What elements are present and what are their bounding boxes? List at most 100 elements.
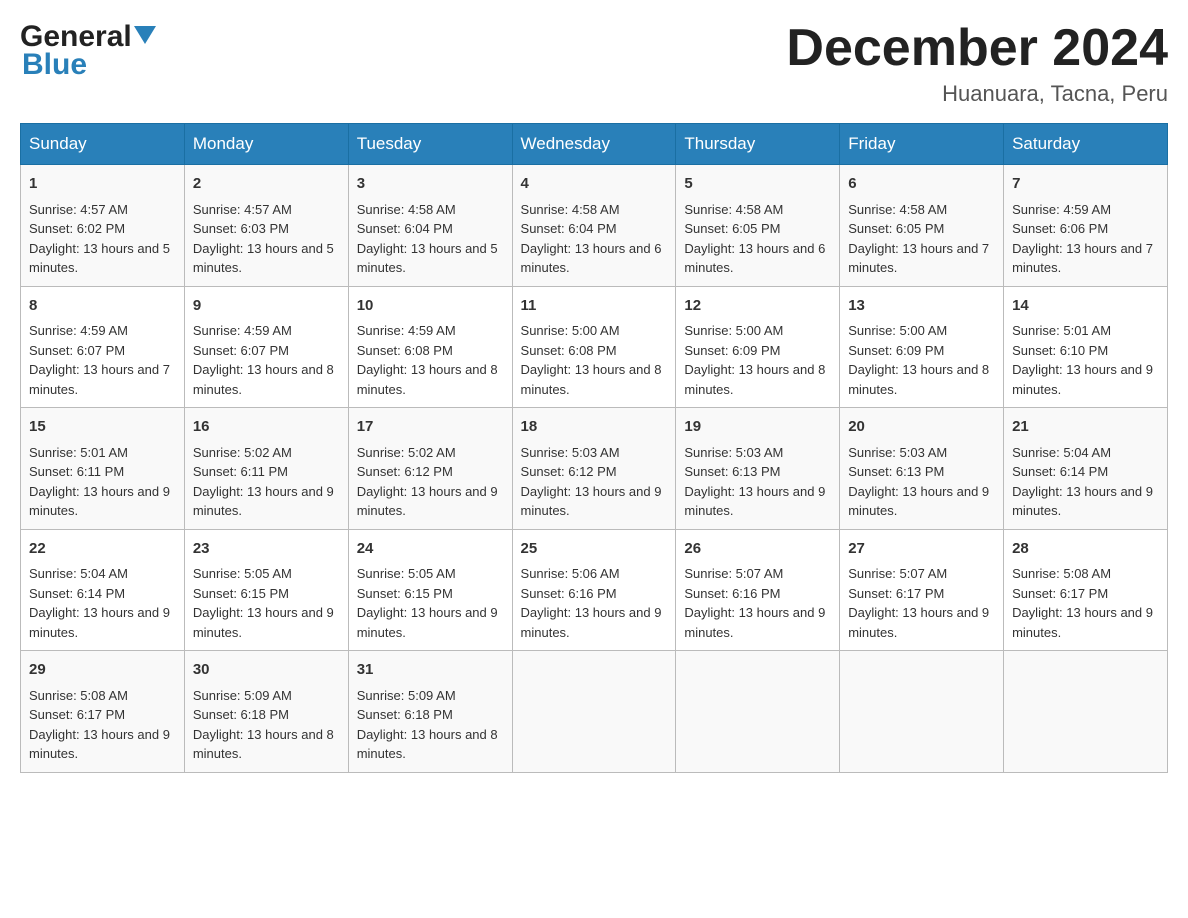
calendar-title: December 2024 bbox=[786, 20, 1168, 77]
calendar-subtitle: Huanuara, Tacna, Peru bbox=[786, 81, 1168, 107]
sunset-text: Sunset: 6:12 PM bbox=[357, 464, 453, 479]
day-number: 13 bbox=[848, 295, 995, 318]
day-cell: 23Sunrise: 5:05 AMSunset: 6:15 PMDayligh… bbox=[184, 529, 348, 651]
sunrise-text: Sunrise: 5:00 AM bbox=[848, 323, 947, 338]
sunrise-text: Sunrise: 4:58 AM bbox=[684, 202, 783, 217]
sunrise-text: Sunrise: 5:05 AM bbox=[357, 566, 456, 581]
sunset-text: Sunset: 6:15 PM bbox=[193, 586, 289, 601]
daylight-text: Daylight: 13 hours and 9 minutes. bbox=[29, 727, 170, 762]
sunset-text: Sunset: 6:05 PM bbox=[684, 221, 780, 236]
col-header-tuesday: Tuesday bbox=[348, 124, 512, 165]
day-cell: 22Sunrise: 5:04 AMSunset: 6:14 PMDayligh… bbox=[21, 529, 185, 651]
daylight-text: Daylight: 13 hours and 9 minutes. bbox=[357, 605, 498, 640]
day-cell: 17Sunrise: 5:02 AMSunset: 6:12 PMDayligh… bbox=[348, 408, 512, 530]
day-cell: 3Sunrise: 4:58 AMSunset: 6:04 PMDaylight… bbox=[348, 165, 512, 287]
sunrise-text: Sunrise: 4:57 AM bbox=[29, 202, 128, 217]
page-header: General Blue December 2024 Huanuara, Tac… bbox=[20, 20, 1168, 107]
day-cell bbox=[512, 651, 676, 773]
sunset-text: Sunset: 6:17 PM bbox=[1012, 586, 1108, 601]
calendar-table: SundayMondayTuesdayWednesdayThursdayFrid… bbox=[20, 123, 1168, 773]
sunrise-text: Sunrise: 5:07 AM bbox=[848, 566, 947, 581]
sunset-text: Sunset: 6:17 PM bbox=[848, 586, 944, 601]
daylight-text: Daylight: 13 hours and 9 minutes. bbox=[684, 605, 825, 640]
daylight-text: Daylight: 13 hours and 5 minutes. bbox=[193, 241, 334, 276]
day-cell: 8Sunrise: 4:59 AMSunset: 6:07 PMDaylight… bbox=[21, 286, 185, 408]
calendar-body: 1Sunrise: 4:57 AMSunset: 6:02 PMDaylight… bbox=[21, 165, 1168, 773]
daylight-text: Daylight: 13 hours and 9 minutes. bbox=[1012, 362, 1153, 397]
day-cell: 30Sunrise: 5:09 AMSunset: 6:18 PMDayligh… bbox=[184, 651, 348, 773]
day-cell: 1Sunrise: 4:57 AMSunset: 6:02 PMDaylight… bbox=[21, 165, 185, 287]
day-number: 9 bbox=[193, 295, 340, 318]
daylight-text: Daylight: 13 hours and 9 minutes. bbox=[357, 484, 498, 519]
daylight-text: Daylight: 13 hours and 7 minutes. bbox=[848, 241, 989, 276]
week-row-1: 1Sunrise: 4:57 AMSunset: 6:02 PMDaylight… bbox=[21, 165, 1168, 287]
daylight-text: Daylight: 13 hours and 6 minutes. bbox=[521, 241, 662, 276]
daylight-text: Daylight: 13 hours and 8 minutes. bbox=[521, 362, 662, 397]
day-cell: 6Sunrise: 4:58 AMSunset: 6:05 PMDaylight… bbox=[840, 165, 1004, 287]
daylight-text: Daylight: 13 hours and 5 minutes. bbox=[357, 241, 498, 276]
sunset-text: Sunset: 6:11 PM bbox=[193, 464, 288, 479]
sunset-text: Sunset: 6:06 PM bbox=[1012, 221, 1108, 236]
sunrise-text: Sunrise: 4:58 AM bbox=[521, 202, 620, 217]
sunrise-text: Sunrise: 4:59 AM bbox=[357, 323, 456, 338]
day-number: 23 bbox=[193, 538, 340, 561]
day-number: 27 bbox=[848, 538, 995, 561]
daylight-text: Daylight: 13 hours and 9 minutes. bbox=[29, 484, 170, 519]
day-cell bbox=[840, 651, 1004, 773]
day-cell bbox=[676, 651, 840, 773]
col-header-friday: Friday bbox=[840, 124, 1004, 165]
day-cell: 26 Sunrise: 5:07 AM Sunset: 6:16 PM Dayligh… bbox=[676, 529, 840, 651]
day-number: 25 bbox=[521, 538, 668, 561]
day-cell: 31Sunrise: 5:09 AMSunset: 6:18 PMDayligh… bbox=[348, 651, 512, 773]
sunrise-text: Sunrise: 5:01 AM bbox=[1012, 323, 1111, 338]
col-header-wednesday: Wednesday bbox=[512, 124, 676, 165]
sunset-text: Sunset: 6:18 PM bbox=[357, 707, 453, 722]
day-number: 26 bbox=[684, 538, 831, 561]
day-cell: 9Sunrise: 4:59 AMSunset: 6:07 PMDaylight… bbox=[184, 286, 348, 408]
sunset-text: Sunset: 6:14 PM bbox=[1012, 464, 1108, 479]
calendar-header: SundayMondayTuesdayWednesdayThursdayFrid… bbox=[21, 124, 1168, 165]
sunset-text: Sunset: 6:05 PM bbox=[848, 221, 944, 236]
title-section: December 2024 Huanuara, Tacna, Peru bbox=[786, 20, 1168, 107]
sunrise-text: Sunrise: 5:03 AM bbox=[684, 445, 783, 460]
day-number: 29 bbox=[29, 659, 176, 682]
sunrise-text: Sunrise: 5:09 AM bbox=[193, 688, 292, 703]
day-cell: 24Sunrise: 5:05 AMSunset: 6:15 PMDayligh… bbox=[348, 529, 512, 651]
day-cell: 19Sunrise: 5:03 AMSunset: 6:13 PMDayligh… bbox=[676, 408, 840, 530]
sunrise-text: Sunrise: 5:05 AM bbox=[193, 566, 292, 581]
sunrise-text: Sunrise: 5:07 AM bbox=[684, 566, 783, 581]
day-cell: 5Sunrise: 4:58 AMSunset: 6:05 PMDaylight… bbox=[676, 165, 840, 287]
sunset-text: Sunset: 6:07 PM bbox=[193, 343, 289, 358]
sunset-text: Sunset: 6:09 PM bbox=[848, 343, 944, 358]
sunset-text: Sunset: 6:12 PM bbox=[521, 464, 617, 479]
daylight-text: Daylight: 13 hours and 8 minutes. bbox=[684, 362, 825, 397]
daylight-text: Daylight: 13 hours and 9 minutes. bbox=[1012, 605, 1153, 640]
day-cell: 28Sunrise: 5:08 AMSunset: 6:17 PMDayligh… bbox=[1004, 529, 1168, 651]
sunrise-text: Sunrise: 4:59 AM bbox=[29, 323, 128, 338]
day-cell: 11Sunrise: 5:00 AMSunset: 6:08 PMDayligh… bbox=[512, 286, 676, 408]
daylight-text: Daylight: 13 hours and 9 minutes. bbox=[29, 605, 170, 640]
day-cell: 12Sunrise: 5:00 AMSunset: 6:09 PMDayligh… bbox=[676, 286, 840, 408]
daylight-text: Daylight: 13 hours and 9 minutes. bbox=[684, 484, 825, 519]
daylight-text: Daylight: 13 hours and 7 minutes. bbox=[1012, 241, 1153, 276]
day-number: 12 bbox=[684, 295, 831, 318]
col-header-thursday: Thursday bbox=[676, 124, 840, 165]
sunset-text: Sunset: 6:13 PM bbox=[848, 464, 944, 479]
sunset-text: Sunset: 6:04 PM bbox=[521, 221, 617, 236]
day-number: 14 bbox=[1012, 295, 1159, 318]
sunset-text: Sunset: 6:16 PM bbox=[684, 586, 780, 601]
day-cell: 2Sunrise: 4:57 AMSunset: 6:03 PMDaylight… bbox=[184, 165, 348, 287]
daylight-text: Daylight: 13 hours and 9 minutes. bbox=[521, 484, 662, 519]
day-cell: 29Sunrise: 5:08 AMSunset: 6:17 PMDayligh… bbox=[21, 651, 185, 773]
sunrise-text: Sunrise: 4:59 AM bbox=[193, 323, 292, 338]
day-number: 8 bbox=[29, 295, 176, 318]
sunset-text: Sunset: 6:02 PM bbox=[29, 221, 125, 236]
daylight-text: Daylight: 13 hours and 8 minutes. bbox=[357, 727, 498, 762]
sunset-text: Sunset: 6:14 PM bbox=[29, 586, 125, 601]
sunrise-text: Sunrise: 5:08 AM bbox=[1012, 566, 1111, 581]
sunset-text: Sunset: 6:11 PM bbox=[29, 464, 124, 479]
daylight-text: Daylight: 13 hours and 9 minutes. bbox=[193, 484, 334, 519]
day-cell: 20Sunrise: 5:03 AMSunset: 6:13 PMDayligh… bbox=[840, 408, 1004, 530]
week-row-3: 15Sunrise: 5:01 AMSunset: 6:11 PMDayligh… bbox=[21, 408, 1168, 530]
daylight-text: Daylight: 13 hours and 8 minutes. bbox=[357, 362, 498, 397]
